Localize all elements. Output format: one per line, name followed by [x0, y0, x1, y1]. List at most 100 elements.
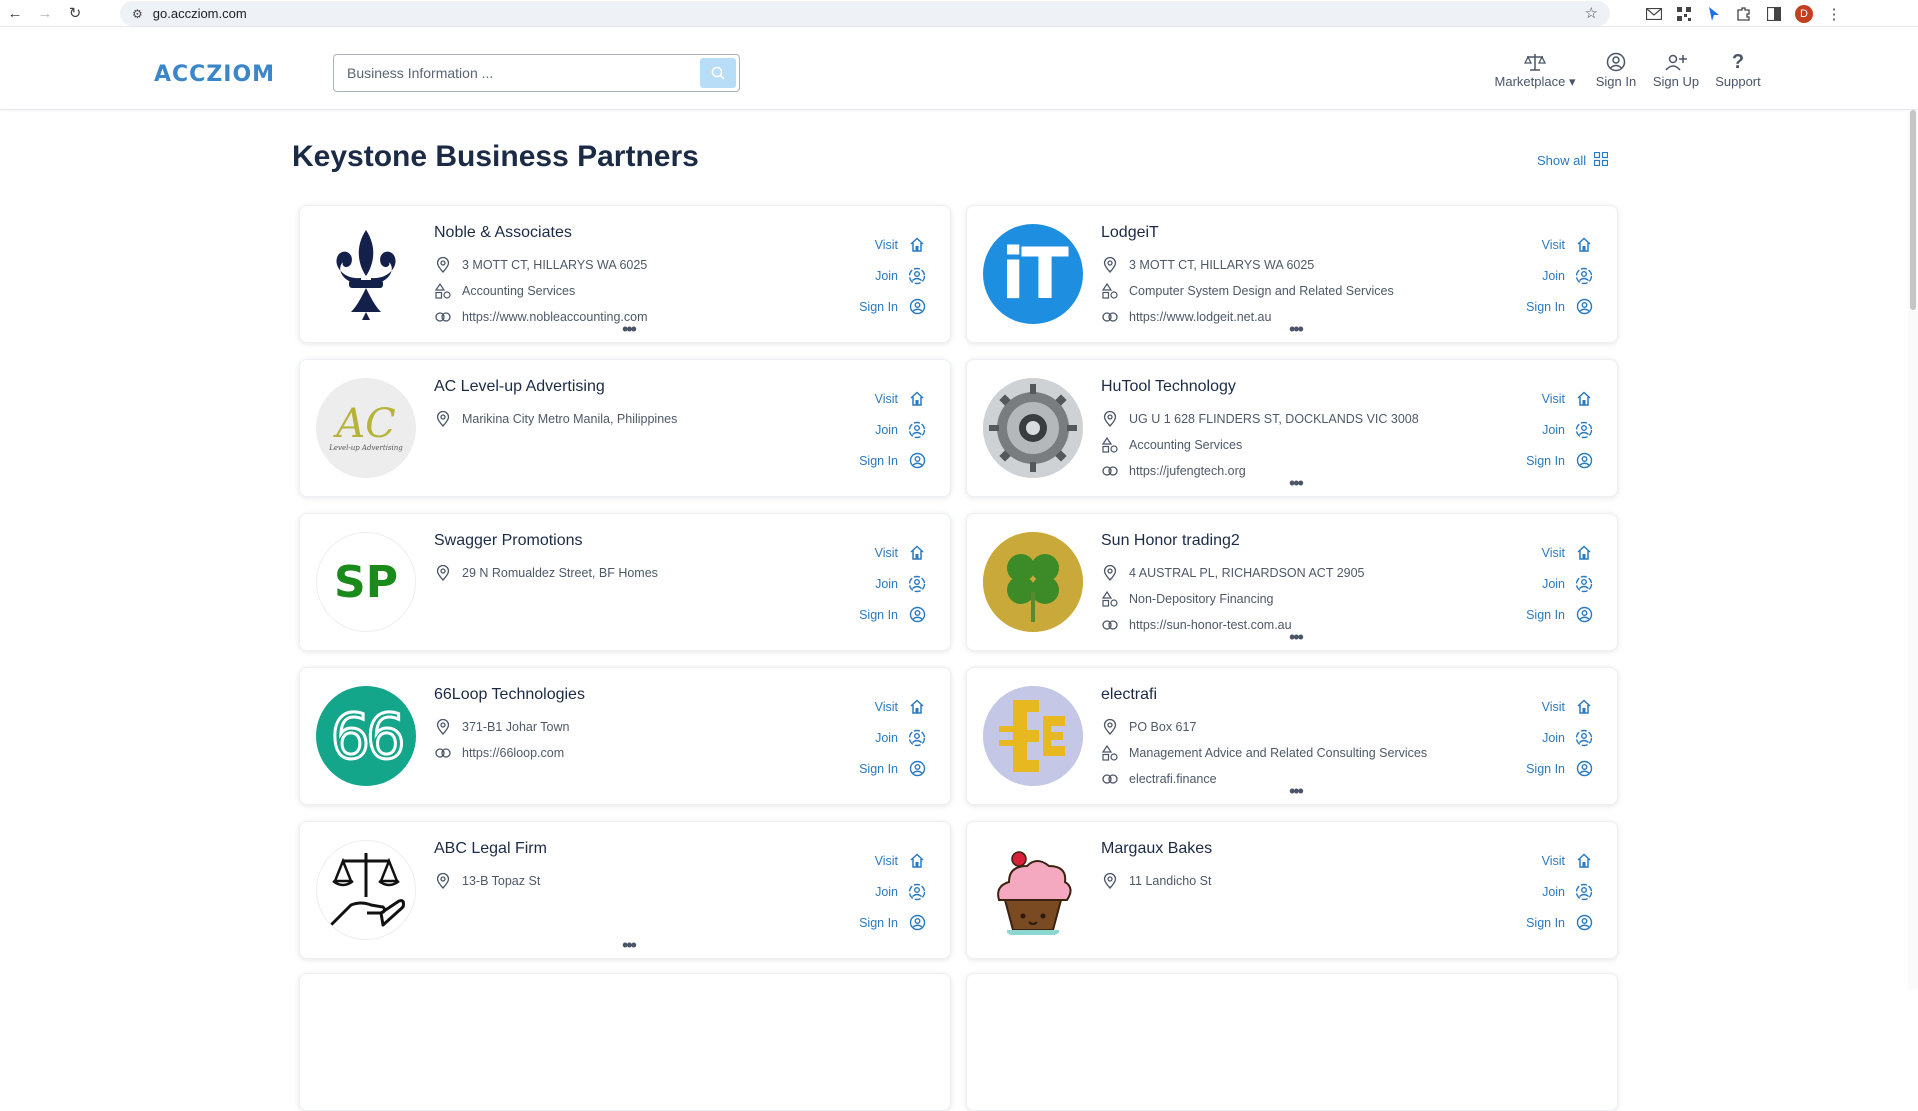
- join-button[interactable]: Join: [1525, 260, 1593, 291]
- marketplace-menu[interactable]: Marketplace ▾: [1482, 50, 1588, 90]
- sign-in-button[interactable]: Sign In: [1525, 907, 1593, 938]
- visit-button[interactable]: Visit: [858, 229, 926, 260]
- electrafi-logo-icon: [983, 686, 1083, 786]
- home-icon: [1575, 698, 1593, 716]
- sign-in-button[interactable]: Sign In: [858, 599, 926, 630]
- user-circle-icon: [1606, 50, 1626, 74]
- partner-website[interactable]: https://sun-honor-test.com.au: [1129, 618, 1292, 632]
- partner-card[interactable]: Sun Honor trading2 4 AUSTRAL PL, RICHARD…: [966, 513, 1618, 651]
- sign-in-button[interactable]: Sign In: [1525, 445, 1593, 476]
- partner-card[interactable]: HuTool Technology UG U 1 628 FLINDERS ST…: [966, 359, 1618, 497]
- partner-card[interactable]: 66 66Loop Technologies 371-B1 Johar Town…: [299, 667, 951, 805]
- back-arrow-icon[interactable]: ←: [0, 0, 30, 27]
- more-options-icon[interactable]: •••: [1289, 474, 1304, 492]
- visit-button[interactable]: Visit: [858, 845, 926, 876]
- visit-label: Visit: [874, 853, 898, 868]
- visit-button[interactable]: Visit: [1525, 229, 1593, 260]
- puzzle-extensions-icon[interactable]: [1735, 5, 1753, 23]
- side-panel-icon[interactable]: [1765, 5, 1783, 23]
- bookmark-star-icon[interactable]: ☆: [1585, 4, 1598, 22]
- partner-card[interactable]: iT LodgeiT 3 MOTT CT, HILLARYS WA 6025 C…: [966, 205, 1618, 343]
- partner-website[interactable]: https://jufengtech.org: [1129, 464, 1246, 478]
- address-bar[interactable]: ⚙ go.accziom.com ☆: [120, 1, 1610, 26]
- header-sign-up[interactable]: Sign Up: [1644, 50, 1708, 90]
- join-button[interactable]: Join: [858, 260, 926, 291]
- partner-name[interactable]: AC Level-up Advertising: [434, 378, 605, 396]
- browser-menu-icon[interactable]: ⋮: [1825, 5, 1843, 23]
- sign-in-button[interactable]: Sign In: [1525, 753, 1593, 784]
- sign-in-button[interactable]: Sign In: [858, 445, 926, 476]
- more-options-icon[interactable]: •••: [622, 936, 637, 954]
- visit-button[interactable]: Visit: [1525, 845, 1593, 876]
- header-sign-in[interactable]: Sign In: [1588, 50, 1644, 90]
- page-scrollbar[interactable]: [1908, 110, 1918, 989]
- lodgeit-logo-text: iT: [1001, 233, 1069, 315]
- sign-in-button[interactable]: Sign In: [858, 291, 926, 322]
- sign-in-label: Sign In: [859, 915, 898, 930]
- forward-arrow-icon[interactable]: →: [30, 0, 60, 27]
- partner-card[interactable]: ABC Legal Firm 13-B Topaz St ••• Visit J…: [299, 821, 951, 959]
- join-button[interactable]: Join: [1525, 414, 1593, 445]
- partner-name[interactable]: electrafi: [1101, 686, 1157, 704]
- sign-in-button[interactable]: Sign In: [1525, 291, 1593, 322]
- partner-card[interactable]: [966, 973, 1618, 1111]
- sign-in-label: Sign In: [859, 453, 898, 468]
- visit-button[interactable]: Visit: [858, 691, 926, 722]
- join-button[interactable]: Join: [1525, 876, 1593, 907]
- join-button[interactable]: Join: [858, 722, 926, 753]
- show-all-link[interactable]: Show all: [1537, 151, 1609, 169]
- partner-website[interactable]: https://www.lodgeit.net.au: [1129, 310, 1271, 324]
- sign-in-button[interactable]: Sign In: [1525, 599, 1593, 630]
- more-options-icon[interactable]: •••: [1289, 628, 1304, 646]
- more-options-icon[interactable]: •••: [622, 320, 637, 338]
- gmail-icon[interactable]: [1645, 5, 1663, 23]
- more-options-icon[interactable]: •••: [1289, 782, 1304, 800]
- profile-avatar[interactable]: D: [1795, 4, 1813, 23]
- gear-icon: [983, 378, 1083, 478]
- partner-name[interactable]: Sun Honor trading2: [1101, 532, 1240, 550]
- partner-address: 11 Landicho St: [1129, 874, 1212, 888]
- visit-button[interactable]: Visit: [858, 537, 926, 568]
- scrollbar-thumb[interactable]: [1910, 110, 1916, 310]
- visit-button[interactable]: Visit: [1525, 691, 1593, 722]
- site-info-icon[interactable]: ⚙: [132, 7, 143, 21]
- visit-button[interactable]: Visit: [1525, 537, 1593, 568]
- join-button[interactable]: Join: [858, 414, 926, 445]
- join-button[interactable]: Join: [1525, 722, 1593, 753]
- qr-code-icon[interactable]: [1675, 5, 1693, 23]
- partner-name[interactable]: Swagger Promotions: [434, 532, 583, 550]
- partner-name[interactable]: ABC Legal Firm: [434, 840, 547, 858]
- visit-button[interactable]: Visit: [858, 383, 926, 414]
- search-button[interactable]: [700, 58, 736, 88]
- join-button[interactable]: Join: [858, 568, 926, 599]
- partner-card[interactable]: Noble & Associates 3 MOTT CT, HILLARYS W…: [299, 205, 951, 343]
- header-support[interactable]: ? Support: [1708, 50, 1768, 90]
- more-options-icon[interactable]: •••: [1289, 320, 1304, 338]
- partner-card[interactable]: electrafi PO Box 617 Management Advice a…: [966, 667, 1618, 805]
- visit-button[interactable]: Visit: [1525, 383, 1593, 414]
- partner-website[interactable]: https://66loop.com: [462, 746, 564, 760]
- partner-card[interactable]: Margaux Bakes 11 Landicho St Visit Join …: [966, 821, 1618, 959]
- partner-name[interactable]: Margaux Bakes: [1101, 840, 1212, 858]
- cursor-extension-icon[interactable]: [1705, 5, 1723, 23]
- partner-name[interactable]: 66Loop Technologies: [434, 686, 585, 704]
- accziom-logo[interactable]: ACCZIOM: [154, 62, 275, 87]
- partner-card[interactable]: AC Level-up Advertising AC Level-up Adve…: [299, 359, 951, 497]
- partner-card[interactable]: SP Swagger Promotions 29 N Romualdez Str…: [299, 513, 951, 651]
- url-text[interactable]: go.accziom.com: [153, 6, 247, 21]
- partner-card[interactable]: [299, 973, 951, 1111]
- search-input[interactable]: [334, 56, 694, 90]
- partner-website[interactable]: electrafi.finance: [1129, 772, 1217, 786]
- sign-in-button[interactable]: Sign In: [858, 753, 926, 784]
- join-button[interactable]: Join: [1525, 568, 1593, 599]
- partner-website[interactable]: https://www.nobleaccounting.com: [462, 310, 648, 324]
- location-pin-icon: [1101, 410, 1119, 428]
- join-button[interactable]: Join: [858, 876, 926, 907]
- partner-name[interactable]: LodgeiT: [1101, 224, 1159, 242]
- reload-icon[interactable]: ↻: [60, 0, 90, 27]
- location-pin-icon: [434, 410, 452, 428]
- partner-name[interactable]: Noble & Associates: [434, 224, 572, 242]
- location-pin-icon: [434, 564, 452, 582]
- sign-in-button[interactable]: Sign In: [858, 907, 926, 938]
- partner-name[interactable]: HuTool Technology: [1101, 378, 1236, 396]
